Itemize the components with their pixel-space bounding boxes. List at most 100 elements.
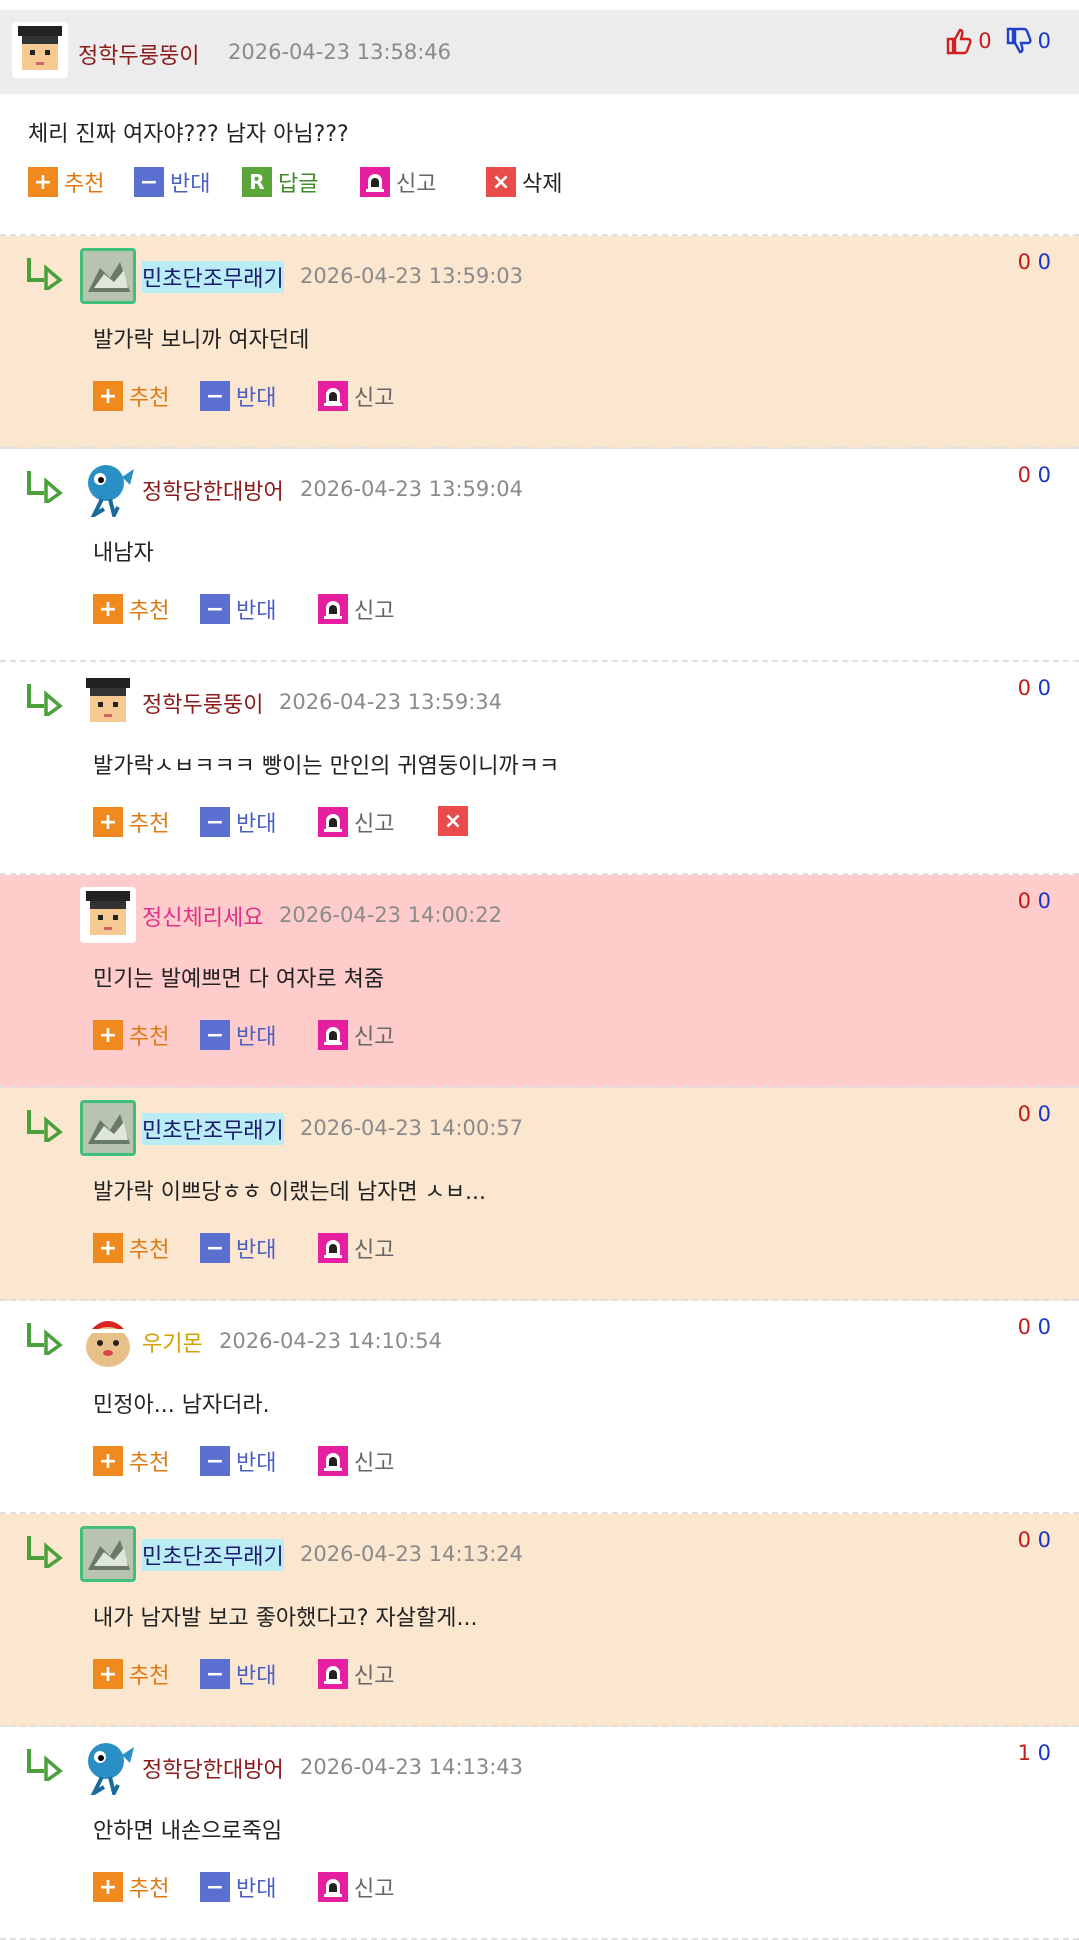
reply-votes: 0 0 (1018, 889, 1051, 913)
reply-arrow-icon (27, 1323, 63, 1355)
reply-date: 2026-04-23 14:10:54 (219, 1329, 443, 1353)
oppose-button[interactable]: − 반대 (200, 1658, 276, 1690)
recommend-button[interactable]: + 추천 (93, 1019, 169, 1051)
thumbs-up-icon[interactable] (944, 26, 974, 56)
oppose-button[interactable]: − 반대 (200, 806, 276, 838)
reply-item: 정학당한대방어 2026-04-23 13:59:04 0 0 내남자 + 추천 … (0, 449, 1079, 662)
reply-date: 2026-04-23 13:59:03 (300, 264, 524, 288)
siren-icon (318, 1872, 348, 1902)
report-button[interactable]: 신고 (318, 380, 394, 412)
down-count: 0 (1037, 29, 1051, 53)
reply-arrow-icon (27, 471, 63, 503)
reply-actions: + 추천 − 반대 신고 (0, 1232, 1079, 1268)
oppose-label: 반대 (236, 1451, 277, 1476)
delete-button[interactable]: × (438, 806, 468, 836)
close-icon: × (438, 806, 468, 836)
report-label: 신고 (396, 172, 437, 197)
minus-icon: − (200, 1233, 230, 1263)
recommend-button[interactable]: + 추천 (93, 593, 169, 625)
siren-icon (318, 381, 348, 411)
reply-up-count: 0 (1017, 676, 1031, 700)
reply-votes: 0 0 (1018, 1528, 1051, 1552)
recommend-button[interactable]: + 추천 (28, 166, 104, 198)
minus-icon: − (200, 1020, 230, 1050)
reply-down-count: 0 (1037, 1528, 1051, 1552)
recommend-button[interactable]: + 추천 (93, 1658, 169, 1690)
recommend-label: 추천 (129, 1877, 170, 1902)
reply-nickname[interactable]: 정신체리세요 (142, 900, 263, 932)
report-button[interactable]: 신고 (318, 806, 394, 838)
reply-down-count: 0 (1037, 1315, 1051, 1339)
oppose-button[interactable]: − 반대 (200, 1871, 276, 1903)
oppose-button[interactable]: − 반대 (134, 166, 210, 198)
reply-votes: 0 0 (1018, 1315, 1051, 1339)
reply-votes: 0 0 (1018, 1102, 1051, 1126)
plus-icon: + (93, 1020, 123, 1050)
plus-icon: + (93, 594, 123, 624)
reply-actions: + 추천 − 반대 신고 × (0, 806, 1079, 842)
oppose-button[interactable]: − 반대 (200, 380, 276, 412)
thumbs-down-icon[interactable] (1004, 26, 1034, 56)
report-button[interactable]: 신고 (360, 166, 436, 198)
reply-actions: + 추천 − 반대 신고 (0, 1871, 1079, 1907)
oppose-button[interactable]: − 반대 (200, 593, 276, 625)
recommend-label: 추천 (129, 386, 170, 411)
reply-nickname[interactable]: 정학당한대방어 (142, 1752, 284, 1784)
reply-actions: + 추천 − 반대 신고 (0, 1019, 1079, 1055)
plus-icon: + (93, 381, 123, 411)
report-button[interactable]: 신고 (318, 1445, 394, 1477)
recommend-button[interactable]: + 추천 (93, 806, 169, 838)
plus-icon: + (28, 167, 58, 197)
graduate-icon (80, 887, 136, 943)
report-button[interactable]: 신고 (318, 1658, 394, 1690)
oppose-button[interactable]: − 반대 (200, 1445, 276, 1477)
oppose-button[interactable]: − 반대 (200, 1019, 276, 1051)
report-button[interactable]: 신고 (318, 593, 394, 625)
oppose-label: 반대 (236, 1025, 277, 1050)
reply-nickname[interactable]: 민초단조무래기 (142, 1539, 284, 1571)
reply-date: 2026-04-23 14:00:57 (300, 1116, 524, 1140)
oppose-label: 반대 (236, 386, 277, 411)
reply-actions: + 추천 − 반대 신고 (0, 380, 1079, 416)
siren-icon (318, 1659, 348, 1689)
recommend-button[interactable]: + 추천 (93, 380, 169, 412)
reply-date: 2026-04-23 14:00:22 (279, 903, 503, 927)
minus-icon: − (200, 807, 230, 837)
report-label: 신고 (354, 812, 395, 837)
reply-text: 안하면 내손으로죽임 (93, 1819, 283, 1844)
delete-button[interactable]: × 삭제 (486, 166, 562, 198)
oppose-label: 반대 (236, 1238, 277, 1263)
reply-nickname[interactable]: 정학두룽뚱이 (142, 687, 263, 719)
recommend-button[interactable]: + 추천 (93, 1445, 169, 1477)
statue-icon (80, 248, 136, 304)
recommend-button[interactable]: + 추천 (93, 1232, 169, 1264)
report-button[interactable]: 신고 (318, 1019, 394, 1051)
vote-counter: 0 0 (944, 26, 1051, 56)
reply-nickname[interactable]: 민초단조무래기 (142, 1113, 284, 1145)
comment-date: 2026-04-23 13:58:46 (228, 40, 452, 64)
report-label: 신고 (354, 386, 395, 411)
reply-actions: + 추천 − 반대 신고 (0, 1445, 1079, 1481)
oppose-label: 반대 (236, 812, 277, 837)
reply-down-count: 0 (1037, 463, 1051, 487)
reply-nickname[interactable]: 민초단조무래기 (142, 261, 284, 293)
reply-button[interactable]: R 답글 (242, 166, 318, 198)
comment-nickname[interactable]: 정학두룽뚱이 (78, 38, 199, 70)
report-button[interactable]: 신고 (318, 1871, 394, 1903)
reply-list: 민초단조무래기 2026-04-23 13:59:03 0 0 발가락 보니까 … (0, 234, 1079, 1940)
oppose-button[interactable]: − 반대 (200, 1232, 276, 1264)
siren-icon (318, 807, 348, 837)
reply-nickname[interactable]: 정학당한대방어 (142, 474, 284, 506)
reply-date: 2026-04-23 14:13:43 (300, 1755, 524, 1779)
reply-up-count: 0 (1017, 250, 1031, 274)
reply-nickname[interactable]: 우기몬 (142, 1326, 203, 1358)
statue-icon (80, 1100, 136, 1156)
report-button[interactable]: 신고 (318, 1232, 394, 1264)
statue-icon (80, 1526, 136, 1582)
blue-fish-icon (80, 1739, 136, 1795)
recommend-button[interactable]: + 추천 (93, 1871, 169, 1903)
delete-label: 삭제 (522, 172, 563, 197)
recommend-label: 추천 (129, 1025, 170, 1050)
reply-item: 우기몬 2026-04-23 14:10:54 0 0 민정아... 남자더라.… (0, 1301, 1079, 1514)
plus-icon: + (93, 807, 123, 837)
